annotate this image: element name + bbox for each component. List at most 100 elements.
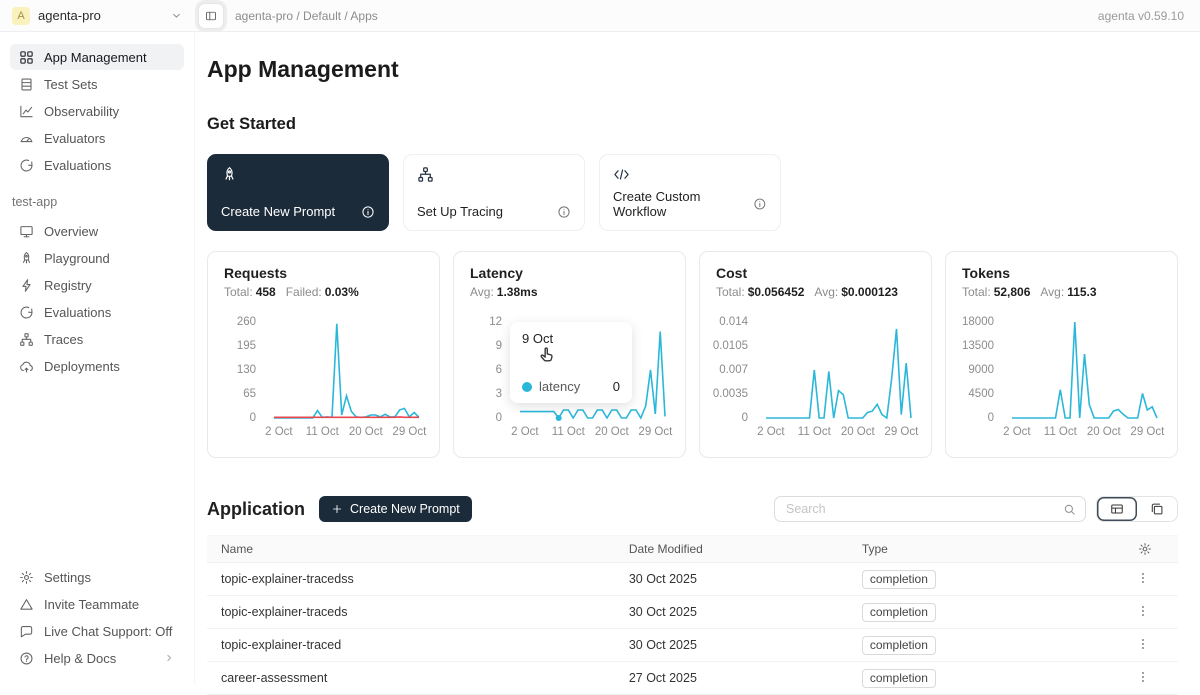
cell-name: topic-explainer-traced [207,638,615,652]
get-started-card-label: Set Up Tracing [417,204,503,219]
chart-line-icon [19,104,34,119]
stat-card-tokens: TokensTotal:52,806Avg:115.31800013500900… [945,251,1178,458]
sidebar-item-label: Test Sets [44,77,97,92]
create-new-prompt-button[interactable]: Create New Prompt [319,496,472,522]
stat-card-title: Requests [224,265,423,281]
stat-value: 0.03% [325,285,359,299]
column-header-name[interactable]: Name [207,542,615,556]
table-settings-gear-icon[interactable] [1138,542,1152,556]
x-axis-tick: 11 Oct [552,426,585,438]
y-axis-tick: 18000 [962,316,994,328]
table-row[interactable]: topic-explainer-traced30 Oct 2025complet… [207,629,1178,662]
sidebar-item-label: Evaluators [44,131,105,146]
get-started-card-create-new-prompt[interactable]: Create New Prompt [207,154,389,231]
sidebar-item-deployments[interactable]: Deployments [10,353,184,379]
column-header-date-modified[interactable]: Date Modified [615,542,848,556]
row-actions-button[interactable] [1134,668,1152,689]
sidebar-item-settings[interactable]: Settings [10,564,184,590]
sidebar-item-observability[interactable]: Observability [10,98,184,124]
rocket-icon [19,251,34,266]
card-view-button[interactable] [1137,497,1177,521]
sidebar-item-label: Settings [44,570,91,585]
cell-date-modified: 27 Oct 2025 [615,671,848,685]
sidebar-item-label: Help & Docs [44,651,116,666]
application-title: Application [207,499,305,520]
table-header-row: Name Date Modified Type [207,535,1178,563]
search-icon[interactable] [1063,503,1076,516]
sidebar-item-label: Playground [44,251,110,266]
sidebar-item-label: Overview [44,224,98,239]
sidebar-item-overview[interactable]: Overview [10,218,184,244]
table-row[interactable]: career-assessment27 Oct 2025completion [207,662,1178,695]
row-actions-button[interactable] [1134,569,1152,590]
table-row[interactable]: topic-explainer-traceds30 Oct 2025comple… [207,596,1178,629]
get-started-card-create-custom-workflow[interactable]: Create Custom Workflow [599,154,781,231]
breadcrumb[interactable]: agenta-pro / Default / Apps [235,9,378,23]
main-content: App Management Get Started Create New Pr… [195,32,1200,684]
sidebar-item-label: Invite Teammate [44,597,139,612]
y-axis-tick: 65 [243,388,256,400]
x-axis-tick: 29 Oct [1130,426,1164,438]
code-icon [613,166,630,183]
sidebar-item-playground[interactable]: Playground [10,245,184,271]
sidebar-item-test-sets[interactable]: Test Sets [10,71,184,97]
table-body: topic-explainer-tracedss30 Oct 2025compl… [207,563,1178,695]
stat-label: Total: [716,285,745,299]
y-axis-tick: 0.007 [719,364,748,376]
info-icon[interactable] [557,205,571,219]
y-axis-tick: 13500 [962,340,994,352]
sidebar-item-invite-teammate[interactable]: Invite Teammate [10,591,184,617]
sidebar-item-label: Observability [44,104,119,119]
sidebar-toggle-button[interactable] [198,3,224,29]
x-axis-tick: 2 Oct [265,426,292,438]
sidebar-item-evaluations[interactable]: Evaluations [10,152,184,178]
cell-date-modified: 30 Oct 2025 [615,605,848,619]
x-axis-tick: 2 Oct [511,426,538,438]
gear-icon [19,570,34,585]
sidebar: App Management Test Sets Observability Eval… [0,32,195,684]
table-view-button[interactable] [1097,497,1137,521]
tooltip-date: 9 Oct [522,331,620,346]
x-axis-tick: 2 Oct [1003,426,1030,438]
stat-label: Avg: [814,285,838,299]
bolt-icon [19,278,34,293]
gauge-icon [19,131,34,146]
info-icon[interactable] [753,197,767,211]
sidebar-item-label: Traces [44,332,83,347]
y-axis-tick: 130 [237,364,256,376]
workspace-selector[interactable]: A agenta-pro [0,7,195,25]
sidebar-item-label: Live Chat Support: Off [44,624,172,639]
sidebar-bottom-nav: Settings Invite Teammate Live Chat Support… [10,564,184,672]
get-started-card-set-up-tracing[interactable]: Set Up Tracing [403,154,585,231]
dots-vertical-icon [1136,604,1150,618]
chart-requests[interactable]: 2601951306502 Oct11 Oct20 Oct29 Oct [224,314,423,422]
sidebar-item-app-management[interactable]: App Management [10,44,184,70]
table-row[interactable]: topic-explainer-tracedss30 Oct 2025compl… [207,563,1178,596]
chevron-right-icon [163,652,175,664]
sidebar-item-traces[interactable]: Traces [10,326,184,352]
x-axis-tick: 29 Oct [638,426,672,438]
plus-icon [331,503,343,515]
chart-tokens[interactable]: 18000135009000450002 Oct11 Oct20 Oct29 O… [962,314,1161,422]
row-actions-button[interactable] [1134,635,1152,656]
gauge-arrow-icon [19,305,34,320]
get-started-title: Get Started [207,115,1178,134]
y-axis-tick: 9000 [968,364,994,376]
sidebar-item-registry[interactable]: Registry [10,272,184,298]
column-header-type[interactable]: Type [848,542,1091,556]
table-icon [19,77,34,92]
sidebar-item-evaluators[interactable]: Evaluators [10,125,184,151]
sidebar-item-help-docs[interactable]: Help & Docs [10,645,184,671]
stat-label: Total: [962,285,991,299]
sidebar-item-evaluations[interactable]: Evaluations [10,299,184,325]
row-actions-button[interactable] [1134,602,1152,623]
sidebar-item-live-chat-support-off[interactable]: Live Chat Support: Off [10,618,184,644]
get-started-card-label: Create New Prompt [221,204,335,219]
stat-label: Total: [224,285,253,299]
search-input[interactable] [784,501,1063,517]
legend-dot [522,382,532,392]
chart-cost[interactable]: 0.0140.01050.0070.003502 Oct11 Oct20 Oct… [716,314,915,422]
info-icon[interactable] [361,205,375,219]
stats-charts-row: RequestsTotal:458Failed:0.03%26019513065… [207,251,1178,458]
search-box [774,496,1086,522]
